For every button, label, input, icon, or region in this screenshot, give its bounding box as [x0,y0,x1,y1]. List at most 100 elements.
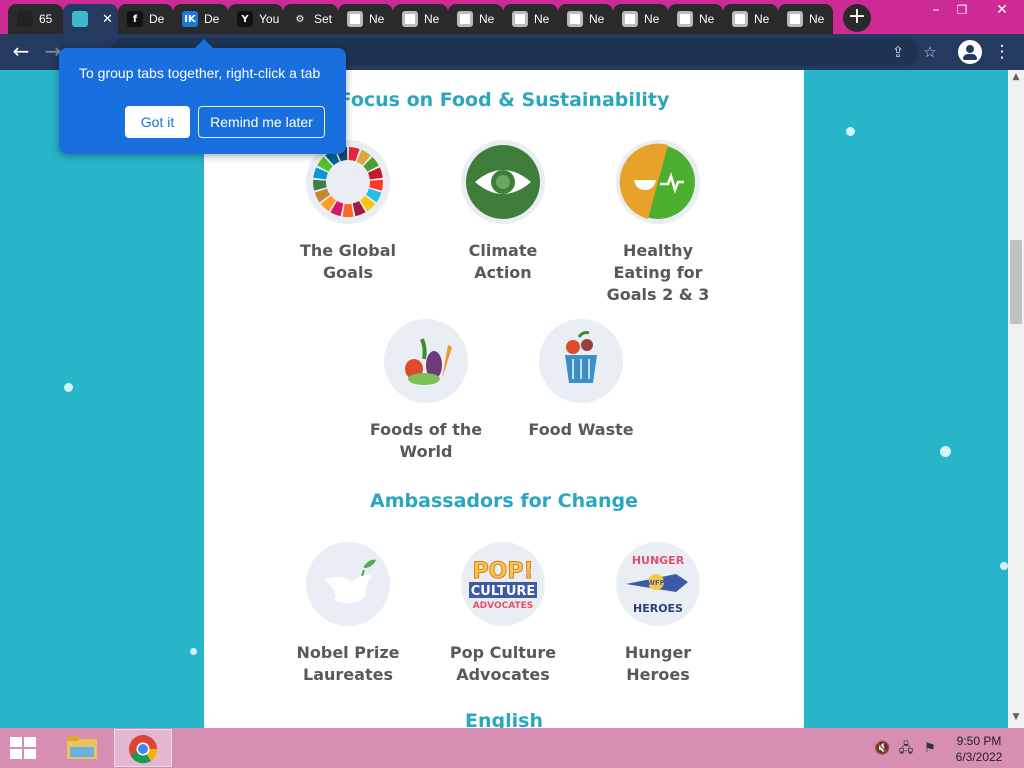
file-explorer-icon[interactable] [54,729,112,767]
browser-tab[interactable]: 65 [8,4,63,34]
tab-title: Ne [644,12,660,26]
page-viewport[interactable]: Focus on Food & Sustainability The Globa… [0,70,1008,728]
item-label: Food Waste [528,420,634,439]
clock-time: 9:50 PM [956,734,1002,748]
scroll-up-arrow[interactable]: ▲ [1008,72,1024,86]
tab-title: You [259,12,280,26]
browser-tab[interactable]: Ne [668,4,723,34]
tab-group-tip-popup: To group tabs together, right-click a ta… [59,48,346,154]
chrome-icon [787,11,803,27]
vertical-scrollbar[interactable] [1008,70,1024,728]
new-tab-button[interactable]: + [843,4,871,32]
chrome-icon [677,11,693,27]
item-climate-action[interactable]: Climate Action [428,140,578,284]
badge-text: ADVOCATES [473,601,534,611]
badge-text: HEROES [633,602,683,615]
item-hunger-heroes[interactable]: HUNGER WFP HEROES Hunger Heroes [583,542,733,686]
tab-title: Ne [424,12,440,26]
browser-tab[interactable]: Ne [338,4,393,34]
chrome-icon [567,11,583,27]
item-foods-of-the-world[interactable]: Foods of the World [351,319,501,463]
network-icon[interactable]: 🖧 [898,741,914,757]
item-label: Laureates [303,665,393,684]
content-card: Focus on Food & Sustainability The Globa… [204,70,804,728]
browser-tab[interactable]: Ne [558,4,613,34]
badge-text: HUNGER [632,554,685,567]
background-dot [64,383,73,392]
popup-message: To group tabs together, right-click a ta… [79,65,321,81]
ik-icon: IK [182,11,198,27]
item-label: Eating for [613,263,703,282]
tab-title: De [204,12,220,26]
badge-text: WFP [647,579,665,587]
tab-title: Set [314,12,333,26]
wheel-segment [369,179,383,191]
item-nobel-prize-laureates[interactable]: Nobel Prize Laureates [273,542,423,686]
close-window-button[interactable]: ✕ [986,0,1018,22]
gear-icon: ⚙ [295,13,305,25]
section-title-english: English [465,710,543,728]
browser-tab[interactable]: Ne [393,4,448,34]
got-it-button[interactable]: Got it [125,106,190,138]
tab-title: Ne [534,12,550,26]
chrome-icon [732,11,748,27]
item-food-waste[interactable]: Food Waste [506,319,656,441]
browser-tab[interactable]: IK De [173,4,228,34]
back-button[interactable]: ← [9,40,33,64]
scroll-down-arrow[interactable]: ▼ [1008,712,1024,726]
scrollbar-thumb[interactable] [1010,240,1022,324]
browser-tab[interactable]: Ne [778,4,833,34]
vegetables-icon [384,319,468,403]
remind-me-later-button[interactable]: Remind me later [198,106,325,138]
system-clock[interactable]: 9:50 PM 6/3/2022 [944,733,1014,765]
puzzle-icon [72,11,88,27]
hunger-heroes-badge-icon: HUNGER WFP HEROES [616,542,700,626]
chrome-icon [457,11,473,27]
item-label: Action [474,263,532,282]
tab-title: Ne [589,12,605,26]
item-label: World [399,442,453,461]
item-label: Healthy [623,241,693,260]
item-label: Foods of the [369,420,483,439]
clock-date: 6/3/2022 [955,750,1003,764]
share-icon[interactable]: ⇪ [886,40,910,64]
item-label: Nobel Prize [296,643,400,662]
tab-title: Ne [809,12,825,26]
item-healthy-eating[interactable]: Healthy Eating for Goals 2 & 3 [583,140,733,306]
browser-tab[interactable]: Ne [723,4,778,34]
pop-culture-badge-icon: POP! CULTURE ADVOCATES [461,542,545,626]
volume-muted-icon[interactable]: 🔇 [874,741,890,757]
close-tab-icon[interactable]: ✕ [102,12,113,27]
background-dot [846,127,855,136]
windows-start-button[interactable] [10,737,38,761]
browser-tab[interactable]: Ne [448,4,503,34]
action-center-flag-icon[interactable]: ⚑ [922,741,938,757]
browser-tab[interactable]: f De [118,4,173,34]
item-global-goals[interactable]: The Global Goals [273,140,423,284]
tab-title: Ne [479,12,495,26]
browser-tab[interactable]: ✕ [63,4,118,34]
browser-tab[interactable]: Y You [228,4,283,34]
item-pop-culture-advocates[interactable]: POP! CULTURE ADVOCATES Pop Culture Advoc… [428,542,578,686]
chrome-icon [622,11,638,27]
profile-avatar-button[interactable] [958,40,982,64]
browser-tab[interactable]: Ne [613,4,668,34]
wheel-segment [313,179,327,191]
wheel-segment [342,203,354,217]
chrome-menu-button[interactable]: ⋮ [990,40,1014,64]
restore-button[interactable]: ❐ [946,0,978,22]
background-dot [940,446,951,457]
background-dot [1000,562,1008,570]
popup-pointer [195,39,213,48]
badge-text: CULTURE [471,584,536,599]
browser-tab[interactable]: Ne [503,4,558,34]
bookmark-star-icon[interactable]: ☆ [918,40,942,64]
browser-tab[interactable]: ⚙ Set [283,4,338,34]
ya-icon: Y [237,11,253,27]
tab-title: De [149,12,165,26]
chrome-icon [512,11,528,27]
tab-title: Ne [699,12,715,26]
item-label: Advocates [456,665,550,684]
item-label: Pop Culture [449,643,557,662]
chrome-taskbar-icon[interactable] [114,729,172,767]
